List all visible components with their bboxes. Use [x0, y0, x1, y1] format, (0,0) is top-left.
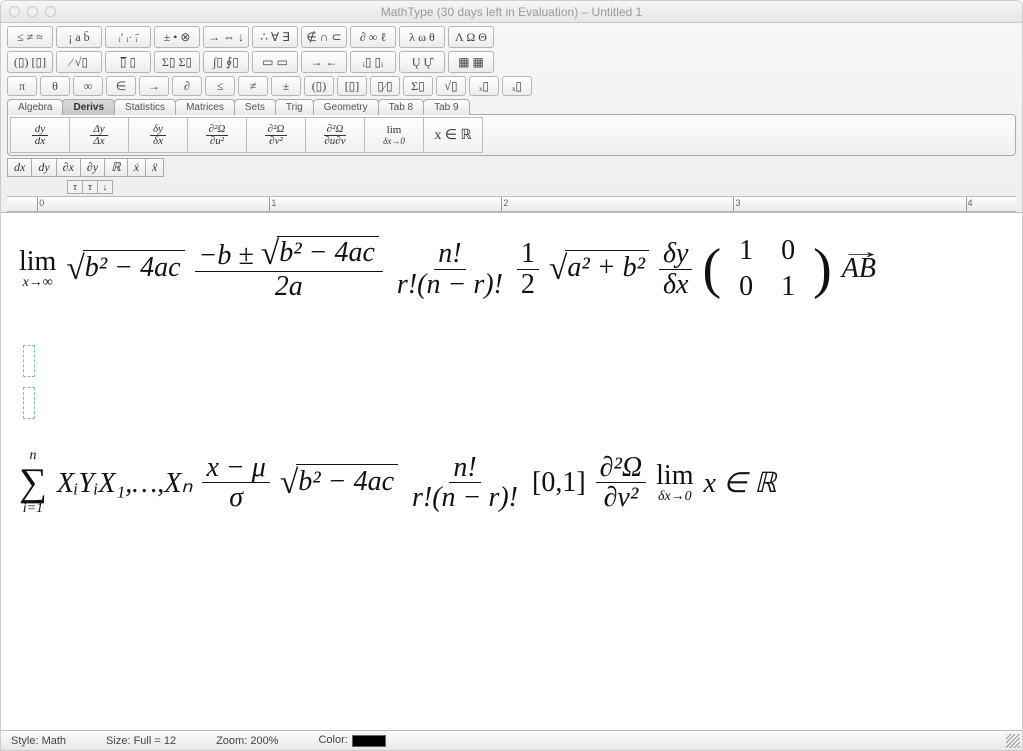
summation: n ∑ i=1	[19, 449, 47, 516]
toolbar-button[interactable]: → ←	[301, 51, 347, 73]
toolbar-button[interactable]: → ⇔ ↓	[203, 26, 249, 48]
toolbar-button[interactable]: (▯)	[304, 76, 334, 96]
template-button[interactable]: dydx	[10, 117, 70, 153]
vector-ab: AB	[842, 253, 876, 285]
mini-button[interactable]: dy	[31, 158, 56, 177]
interval: [0,1]	[532, 467, 586, 499]
quadratic-fraction: −b ± √b² − 4ac 2a	[195, 236, 383, 302]
partial-fraction: ∂²Ω ∂v²	[596, 453, 646, 513]
sequence: XᵢYᵢX₁,…,Xₙ	[57, 466, 193, 500]
toolbar-button[interactable]: ₓ▯	[469, 76, 499, 96]
identity-matrix: ( 10 01 )	[702, 233, 831, 305]
toolbar-button[interactable]: ∞	[73, 76, 103, 96]
template-button[interactable]: x ∈ ℝ	[423, 117, 483, 153]
minimize-icon[interactable]	[27, 6, 38, 17]
toolbar-area: ≤ ≠ ≈¡ a b̄ᵢ′ ᵢ· ᵢ̄± • ⊗→ ⇔ ↓∴ ∀ ∃∉ ∩ ⊂∂…	[1, 23, 1022, 213]
mini-button[interactable]: ∂y	[80, 158, 105, 177]
resize-icon[interactable]	[1006, 734, 1020, 748]
tiny-toggle[interactable]: τ	[82, 180, 98, 194]
window-title: MathType (30 days left in Evaluation) – …	[9, 5, 1014, 19]
insertion-slot[interactable]	[23, 387, 35, 419]
mini-button[interactable]: ∂x	[56, 158, 81, 177]
ruler: 01234	[7, 196, 1016, 212]
tab-statistics[interactable]: Statistics	[114, 99, 176, 115]
one-half: 1 2	[517, 239, 539, 299]
toolbar-button[interactable]: ⁄ √▯	[56, 51, 102, 73]
toolbar-button[interactable]: ¡ a b̄	[56, 26, 102, 48]
titlebar: MathType (30 days left in Evaluation) – …	[1, 1, 1022, 23]
mini-button[interactable]: ℝ	[104, 158, 128, 177]
template-button[interactable]: ΔyΔx	[69, 117, 129, 153]
tab-algebra[interactable]: Algebra	[7, 99, 63, 115]
tab-matrices[interactable]: Matrices	[175, 99, 235, 115]
toolbar-button[interactable]: Σ▯	[403, 76, 433, 96]
tab-derivs[interactable]: Derivs	[62, 99, 115, 115]
tab-tab-8[interactable]: Tab 8	[378, 99, 424, 115]
binomial-fraction: n! r!(n − r)!	[393, 239, 507, 299]
toolbar-button[interactable]: ∈	[106, 76, 136, 96]
template-button[interactable]: limδx→0	[364, 117, 424, 153]
tiny-toggle[interactable]: τ	[67, 180, 83, 194]
sqrt-expr: √b² − 4ac	[66, 250, 184, 288]
toolbar-button[interactable]: ± • ⊗	[154, 26, 200, 48]
sqrt-expr-3: √b² − 4ac	[280, 464, 398, 502]
sqrt-expr-2: √a² + b²	[549, 250, 649, 288]
close-icon[interactable]	[9, 6, 20, 17]
limit-expr: lim x→∞	[19, 248, 56, 290]
status-bar: Style: Math Size: Full = 12 Zoom: 200% C…	[1, 730, 1022, 750]
tab-tab-9[interactable]: Tab 9	[423, 99, 469, 115]
toolbar-button[interactable]: ∫▯ ∮▯	[203, 51, 249, 73]
toolbar-button[interactable]: ∂	[172, 76, 202, 96]
equation-canvas[interactable]: lim x→∞ √b² − 4ac −b ± √b² − 4ac 2a n! r…	[1, 213, 1022, 705]
toolbar-button[interactable]: √▯	[436, 76, 466, 96]
tiny-toggle[interactable]: ↓	[97, 180, 113, 194]
toolbar-button[interactable]: Ų Ų̂	[399, 51, 445, 73]
toolbar-button[interactable]: Λ Ω Θ	[448, 26, 494, 48]
template-button[interactable]: δyδx	[128, 117, 188, 153]
toolbar-button[interactable]: ▯⁄▯	[370, 76, 400, 96]
toolbar-button[interactable]: ≤ ≠ ≈	[7, 26, 53, 48]
template-button[interactable]: ∂²Ω∂v²	[246, 117, 306, 153]
insertion-slot[interactable]	[23, 345, 35, 377]
binomial-fraction-2: n! r!(n − r)!	[408, 453, 522, 513]
tab-geometry[interactable]: Geometry	[313, 99, 379, 115]
limit-expr-2: lim δx→0	[656, 462, 693, 504]
toolbar-button[interactable]: →	[139, 76, 169, 96]
tab-trig[interactable]: Trig	[275, 99, 314, 115]
toolbar-button[interactable]: ▦ ▦	[448, 51, 494, 73]
template-button[interactable]: ∂²Ω∂u²	[187, 117, 247, 153]
equation-line-2: n ∑ i=1 XᵢYᵢX₁,…,Xₙ x − μ σ √b² − 4ac n!…	[19, 449, 1004, 516]
toolbar-button[interactable]: θ	[40, 76, 70, 96]
toolbar-button[interactable]: λ ω θ	[399, 26, 445, 48]
toolbar-button[interactable]: (▯) [▯]	[7, 51, 53, 73]
mini-button[interactable]: ẍ	[145, 158, 164, 177]
mini-button[interactable]: ẋ	[127, 158, 146, 177]
toolbar-button[interactable]: ≠	[238, 76, 268, 96]
zscore-fraction: x − μ σ	[202, 453, 269, 513]
delta-fraction: δy δx	[659, 239, 692, 299]
toolbar-button[interactable]: ᵢ▯ ▯ᵢ	[350, 51, 396, 73]
mini-button[interactable]: dx	[7, 158, 32, 177]
toolbar-button[interactable]: π	[7, 76, 37, 96]
toolbar-button[interactable]: ∂ ∞ ℓ	[350, 26, 396, 48]
toolbar-button[interactable]: [▯]	[337, 76, 367, 96]
toolbar-button[interactable]: ∴ ∀ ∃	[252, 26, 298, 48]
color-swatch[interactable]	[352, 735, 386, 747]
template-button[interactable]: ∂²Ω∂u∂v	[305, 117, 365, 153]
tab-sets[interactable]: Sets	[234, 99, 276, 115]
toolbar-button[interactable]: ᵢ′ ᵢ· ᵢ̄	[105, 26, 151, 48]
toolbar-button[interactable]: Σ▯ Σ▯	[154, 51, 200, 73]
toolbar-button[interactable]: ∉ ∩ ⊂	[301, 26, 347, 48]
toolbar-button[interactable]: ±	[271, 76, 301, 96]
toolbar-button[interactable]: ₓ▯	[502, 76, 532, 96]
membership: x ∈ ℝ	[703, 466, 776, 500]
zoom-icon[interactable]	[45, 6, 56, 17]
toolbar-button[interactable]: ≤	[205, 76, 235, 96]
equation-line-1: lim x→∞ √b² − 4ac −b ± √b² − 4ac 2a n! r…	[19, 233, 1004, 305]
toolbar-button[interactable]: ▭ ▭	[252, 51, 298, 73]
toolbar-button[interactable]: ▯̅ ▯	[105, 51, 151, 73]
